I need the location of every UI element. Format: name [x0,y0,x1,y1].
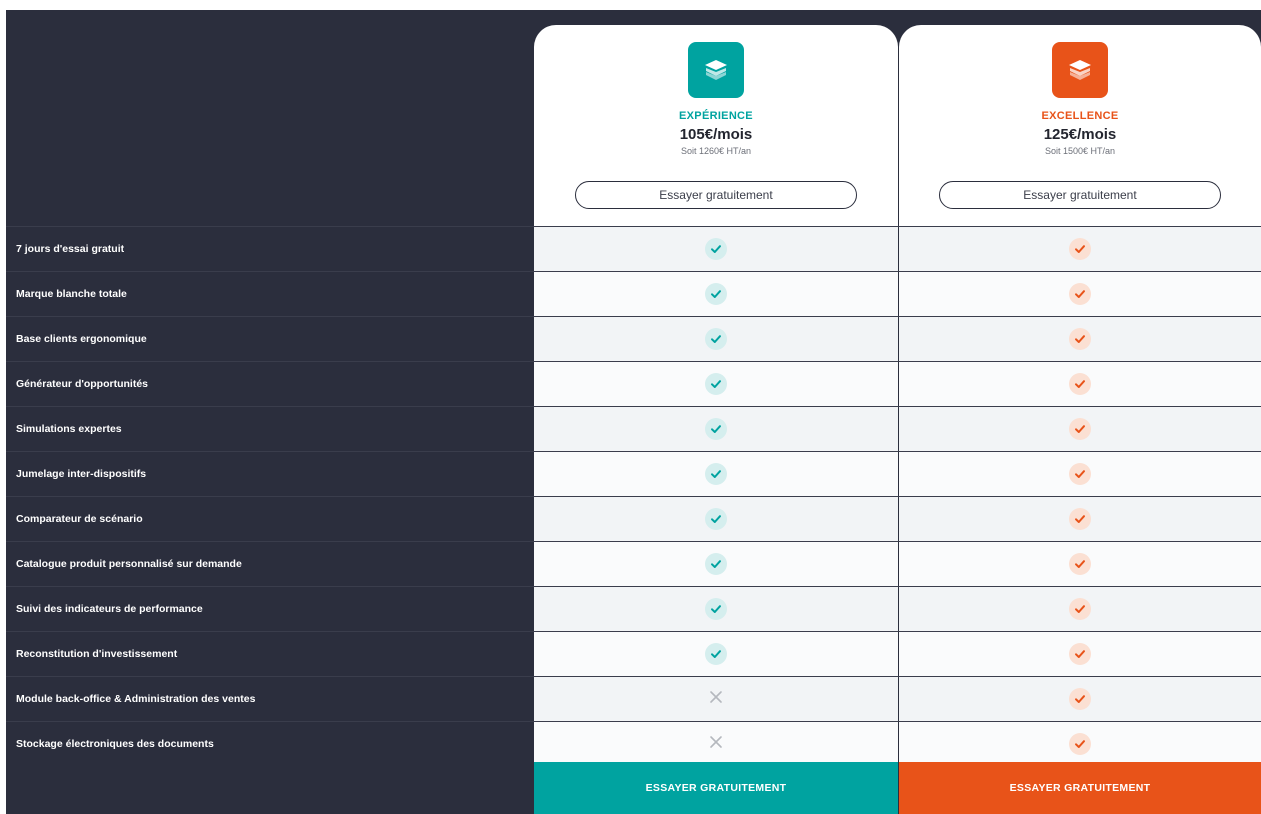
feature-label: Base clients ergonomique [16,333,147,345]
feature-row: 7 jours d'essai gratuit [6,226,1261,272]
plan-price: 125€/mois [1043,126,1117,143]
plan-name: EXPÉRIENCE [679,110,753,122]
plan-card-experience: EXPÉRIENCE 105€/mois Soit 1260€ HT/an Es… [534,25,898,226]
cross-icon [708,734,724,755]
feature-included [899,272,1261,317]
check-icon [1069,643,1091,665]
feature-label: Suivi des indicateurs de performance [16,603,203,615]
feature-row: Module back-office & Administration des … [6,676,1261,722]
check-icon [705,643,727,665]
feature-included [534,272,898,317]
feature-row: Marque blanche totale [6,271,1261,317]
check-icon [1069,283,1091,305]
check-icon [1069,598,1091,620]
check-icon [1069,238,1091,260]
feature-included [899,587,1261,632]
check-icon [1069,463,1091,485]
check-icon [1069,688,1091,710]
check-icon [1069,508,1091,530]
feature-included [534,542,898,587]
feature-included [899,542,1261,587]
feature-included [899,227,1261,272]
check-icon [705,463,727,485]
cross-icon [708,689,724,710]
feature-label: Reconstitution d'investissement [16,648,178,660]
feature-included [534,407,898,452]
check-icon [1069,733,1091,755]
pricing-table: EXPÉRIENCE 105€/mois Soit 1260€ HT/an Es… [6,10,1261,814]
feature-label: Module back-office & Administration des … [16,693,256,705]
feature-included [899,362,1261,407]
feature-row: Simulations expertes [6,406,1261,452]
feature-label: Catalogue produit personnalisé sur deman… [16,558,242,570]
feature-included [899,407,1261,452]
feature-included [534,362,898,407]
feature-row: Jumelage inter-dispositifs [6,451,1261,497]
feature-included [899,452,1261,497]
check-icon [705,238,727,260]
feature-excluded [534,677,898,722]
feature-label: 7 jours d'essai gratuit [16,243,125,255]
check-icon [1069,373,1091,395]
feature-included [534,587,898,632]
feature-included [899,317,1261,362]
feature-label: Simulations expertes [16,423,122,435]
check-icon [705,598,727,620]
feature-included [899,632,1261,677]
feature-included [534,632,898,677]
feature-row: Base clients ergonomique [6,316,1261,362]
feature-row: Générateur d'opportunités [6,361,1261,407]
check-icon [705,328,727,350]
feature-row: Reconstitution d'investissement [6,631,1261,677]
check-icon [1069,418,1091,440]
feature-excluded [534,722,898,767]
feature-included [899,497,1261,542]
feature-included [534,317,898,362]
cta-button-experience[interactable]: ESSAYER GRATUITEMENT [534,762,898,814]
try-free-button-excellence[interactable]: Essayer gratuitement [939,181,1221,209]
check-icon [705,508,727,530]
check-icon [1069,553,1091,575]
layers-icon [1052,42,1108,98]
plan-annual-price: Soit 1500€ HT/an [1044,146,1116,156]
plan-name: EXCELLENCE [1041,110,1119,122]
feature-included [534,452,898,497]
feature-list: 7 jours d'essai gratuit Marque blanche to… [6,226,1261,767]
plan-card-excellence: EXCELLENCE 125€/mois Soit 1500€ HT/an Es… [899,25,1261,226]
feature-row: Suivi des indicateurs de performance [6,586,1261,632]
check-icon [1069,328,1091,350]
feature-row: Catalogue produit personnalisé sur deman… [6,541,1261,587]
feature-label: Stockage électroniques des documents [16,738,214,750]
feature-label: Générateur d'opportunités [16,378,149,390]
feature-row: Stockage électroniques des documents [6,721,1261,767]
feature-included [899,677,1261,722]
feature-included [534,497,898,542]
plan-price: 105€/mois [679,126,753,143]
check-icon [705,418,727,440]
check-icon [705,373,727,395]
check-icon [705,283,727,305]
try-free-button-experience[interactable]: Essayer gratuitement [575,181,857,209]
feature-included [899,722,1261,767]
feature-label: Jumelage inter-dispositifs [16,468,147,480]
plan-annual-price: Soit 1260€ HT/an [680,146,752,156]
feature-label: Marque blanche totale [16,288,127,300]
feature-label: Comparateur de scénario [16,513,143,525]
check-icon [705,553,727,575]
feature-row: Comparateur de scénario [6,496,1261,542]
layers-icon [688,42,744,98]
feature-included [534,227,898,272]
cta-button-excellence[interactable]: ESSAYER GRATUITEMENT [899,762,1261,814]
